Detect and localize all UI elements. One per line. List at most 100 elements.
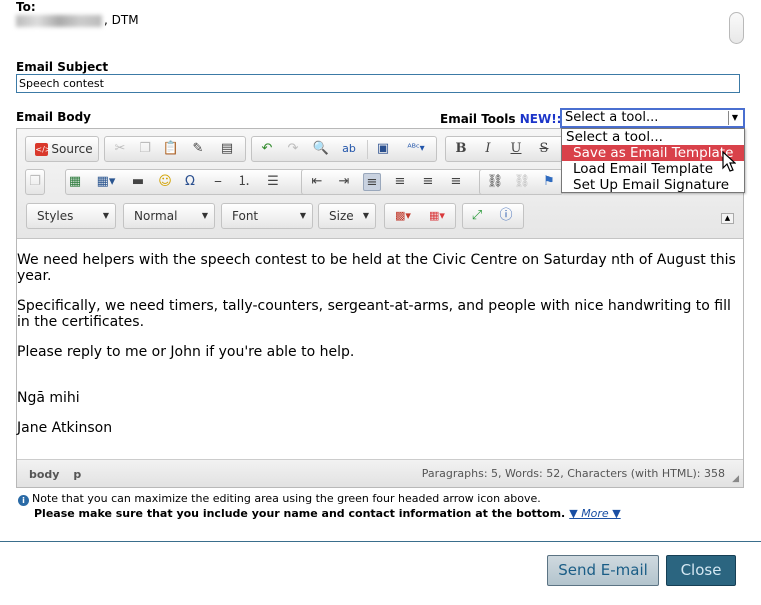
email-tools-text: Email Tools	[440, 112, 516, 126]
mouse-cursor-icon	[722, 151, 736, 172]
cut-icon[interactable]: ✂	[111, 140, 129, 158]
smiley-icon[interactable]: ☺	[156, 173, 174, 191]
reminder-note-text: Please make sure that you include your n…	[34, 507, 566, 520]
size-label: Size	[329, 209, 354, 223]
replace-icon[interactable]: ab	[340, 140, 358, 158]
chevron-down-icon: ▼	[201, 211, 208, 220]
redo-icon[interactable]: ↷	[284, 140, 302, 158]
strike-icon[interactable]: S	[535, 140, 553, 158]
indent-icon[interactable]: ⇥	[335, 173, 353, 191]
maximize-note: i Note that you can maximize the editing …	[18, 492, 541, 506]
align-justify-icon[interactable]: ≡	[447, 173, 465, 191]
table-icon[interactable]: ▦▾	[93, 173, 119, 191]
source-label: Source	[51, 142, 93, 156]
align-left-icon[interactable]: ≡	[363, 173, 381, 191]
email-tools-selected: Select a tool...	[565, 110, 659, 125]
background-color-icon[interactable]: ▦▾	[423, 207, 451, 225]
recipient-name: , DTM	[16, 13, 139, 27]
format-dropdown[interactable]: Normal ▼	[123, 203, 215, 229]
subject-input[interactable]	[16, 74, 740, 93]
font-label: Font	[232, 209, 259, 223]
content-paragraph: We need helpers with the speech contest …	[17, 252, 736, 284]
chevron-down-icon[interactable]: ▼	[728, 111, 741, 125]
templates-icon[interactable]: ❐	[26, 173, 44, 191]
info-icon: i	[18, 495, 29, 506]
special-char-icon[interactable]: Ω	[181, 173, 199, 191]
toolbar-group-align: ⇤ ⇥ ≡ ≡ ≡ ≡	[301, 169, 489, 195]
paste-word-icon[interactable]: ▤	[218, 140, 236, 158]
path-item-body[interactable]: body	[29, 468, 59, 481]
resize-handle-icon[interactable]: ◢	[732, 474, 739, 484]
link-icon[interactable]: ⛓	[486, 173, 504, 191]
email-tools-label: Email Tools NEW!:	[440, 112, 561, 126]
content-paragraph: Ngā mihi	[17, 390, 80, 406]
path-item-p[interactable]: p	[73, 468, 81, 481]
about-info-icon[interactable]: ⓘ	[497, 207, 515, 225]
numbered-list-icon[interactable]: ⒈	[235, 173, 253, 191]
paste-icon[interactable]: 📋	[162, 140, 180, 158]
source-button[interactable]: </>Source	[30, 140, 98, 160]
send-email-button[interactable]: Send E-mail	[547, 555, 659, 586]
toolbar-group-links: ⛓ ⛓ ⚑	[479, 169, 563, 195]
undo-icon[interactable]: ↶	[258, 140, 276, 158]
toolbar-group-insert: ▦ ▦▾ ▬ ☺ Ω ⎯ ⒈ ☰	[65, 169, 311, 195]
find-icon[interactable]: 🔍	[312, 140, 330, 158]
content-paragraph: Please reply to me or John if you're abl…	[17, 344, 355, 360]
to-label: To:	[16, 0, 36, 14]
horizontal-rule-icon[interactable]: ▬	[129, 173, 147, 191]
body-label: Email Body	[16, 110, 92, 124]
anchor-flag-icon[interactable]: ⚑	[540, 173, 558, 191]
email-tools-select[interactable]: Select a tool... ▼	[560, 108, 745, 128]
outdent-icon[interactable]: ⇤	[308, 173, 326, 191]
element-path: body p	[29, 468, 91, 481]
image-icon[interactable]: ▦	[66, 173, 84, 191]
tool-option-save-template[interactable]: Save as Email Template	[562, 145, 744, 161]
editor-statusbar: body p Paragraphs: 5, Words: 52, Charact…	[17, 459, 743, 487]
content-paragraph: Specifically, we need timers, tally-coun…	[17, 298, 731, 330]
email-tools-dropdown-menu: Select a tool... Save as Email Template …	[561, 128, 745, 193]
bold-icon[interactable]: B	[452, 140, 470, 158]
scrollbar-thumb[interactable]	[729, 12, 744, 44]
content-paragraph: Jane Atkinson	[17, 420, 113, 436]
chevron-down-icon: ▼	[299, 211, 306, 220]
page-break-icon[interactable]: ⎯	[209, 173, 227, 191]
styles-label: Styles	[37, 209, 74, 223]
text-color-icon[interactable]: ▩▾	[389, 207, 417, 225]
unlink-icon[interactable]: ⛓	[513, 173, 531, 191]
toolbar-separator	[367, 140, 368, 159]
underline-icon[interactable]: U	[507, 140, 525, 158]
maximize-icon[interactable]: ⤢	[468, 207, 486, 225]
editor-content[interactable]: We need helpers with the speech contest …	[17, 240, 743, 458]
collapse-toolbar-icon[interactable]: ▲	[721, 213, 734, 224]
styles-dropdown[interactable]: Styles ▼	[26, 203, 116, 229]
toolbar-group-colors: ▩▾ ▦▾	[384, 203, 456, 229]
size-dropdown[interactable]: Size ▼	[318, 203, 376, 229]
reminder-note: Please make sure that you include your n…	[34, 507, 621, 520]
paste-text-icon[interactable]: ✎	[189, 140, 207, 158]
word-count: Paragraphs: 5, Words: 52, Characters (wi…	[421, 467, 725, 480]
source-icon: </>	[35, 143, 52, 156]
divider	[0, 541, 761, 542]
redacted-name	[16, 14, 102, 27]
subject-label: Email Subject	[16, 60, 109, 74]
font-dropdown[interactable]: Font ▼	[221, 203, 313, 229]
tool-option-select[interactable]: Select a tool...	[562, 129, 744, 145]
copy-icon[interactable]: ❐	[136, 140, 154, 158]
close-button[interactable]: Close	[666, 555, 736, 586]
bulleted-list-icon[interactable]: ☰	[264, 173, 282, 191]
italic-icon[interactable]: I	[479, 140, 497, 158]
chevron-down-icon: ▼	[362, 211, 369, 220]
tool-option-load-template[interactable]: Load Email Template	[562, 161, 744, 177]
align-right-icon[interactable]: ≡	[419, 173, 437, 191]
toolbar-group-source: </>Source	[25, 136, 99, 162]
toolbar-group-basicstyles: B I U S	[445, 136, 565, 162]
toolbar-group-templates: ❐	[25, 169, 45, 195]
spellcheck-icon[interactable]: ᴬᴮᶜ▾	[402, 140, 430, 158]
select-all-icon[interactable]: ▣	[374, 140, 392, 158]
maximize-note-text: Note that you can maximize the editing a…	[32, 492, 541, 505]
format-label: Normal	[134, 209, 178, 223]
more-link[interactable]: ▼ More ▼	[569, 507, 620, 520]
tool-option-signature[interactable]: Set Up Email Signature	[562, 177, 744, 193]
toolbar-group-editing: ↶ ↷ 🔍 ab ▣ ᴬᴮᶜ▾	[251, 136, 437, 162]
align-center-icon[interactable]: ≡	[391, 173, 409, 191]
